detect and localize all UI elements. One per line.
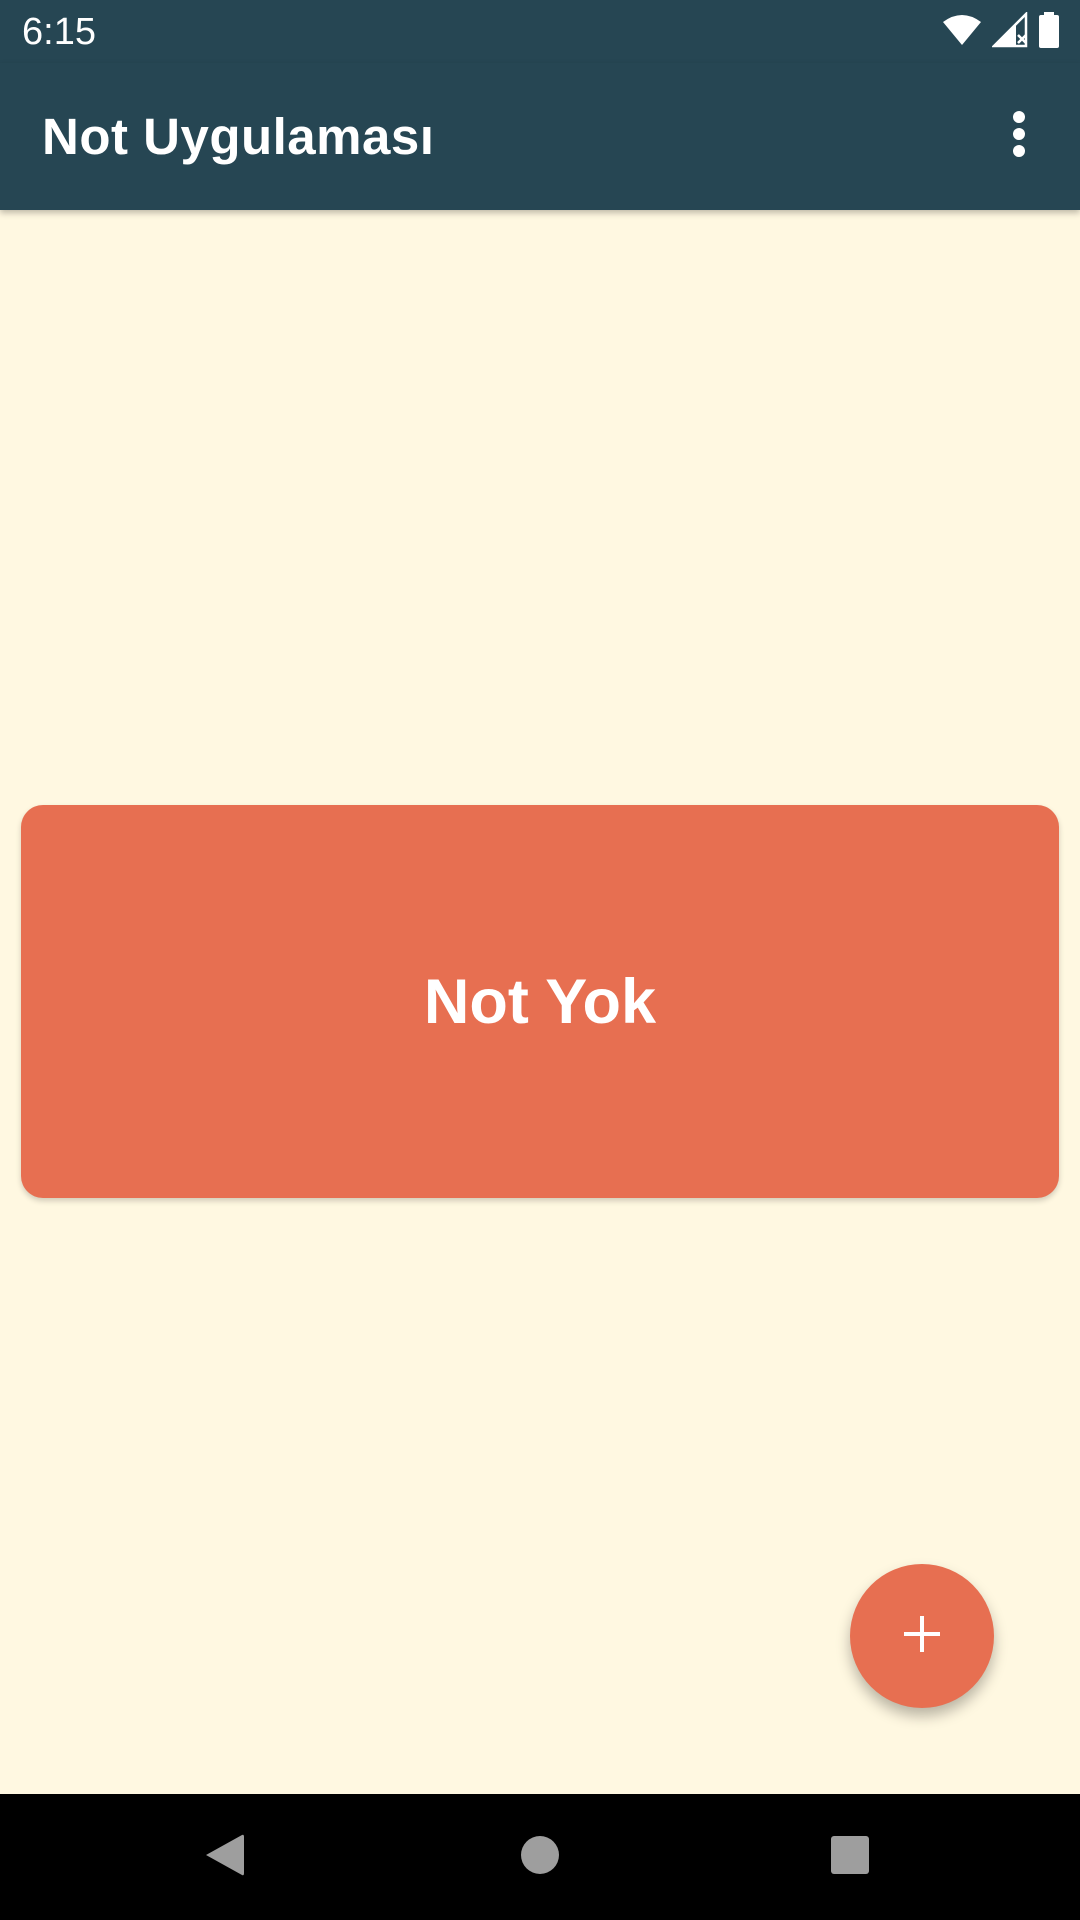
status-icons: [942, 10, 1060, 53]
navigation-bar: [0, 1794, 1080, 1920]
more-vert-icon: [1011, 110, 1027, 162]
recents-button[interactable]: [805, 1812, 895, 1902]
signal-icon: [990, 10, 1028, 53]
empty-state-card: Not Yok: [21, 805, 1059, 1198]
back-icon: [204, 1833, 246, 1882]
screen: 6:15 Not Uygulaması Not Yok: [0, 0, 1080, 1920]
add-note-button[interactable]: [850, 1564, 994, 1708]
recents-icon: [830, 1835, 870, 1880]
back-button[interactable]: [180, 1812, 270, 1902]
battery-icon: [1038, 11, 1060, 53]
add-icon: [902, 1614, 942, 1659]
status-time: 6:15: [22, 11, 96, 53]
status-bar: 6:15: [0, 0, 1080, 63]
app-bar: Not Uygulaması: [0, 63, 1080, 210]
overflow-menu-button[interactable]: [974, 91, 1064, 181]
wifi-icon: [942, 14, 982, 51]
empty-state-text: Not Yok: [423, 966, 657, 1037]
home-icon: [520, 1835, 560, 1880]
home-button[interactable]: [495, 1812, 585, 1902]
page-title: Not Uygulaması: [42, 108, 435, 165]
